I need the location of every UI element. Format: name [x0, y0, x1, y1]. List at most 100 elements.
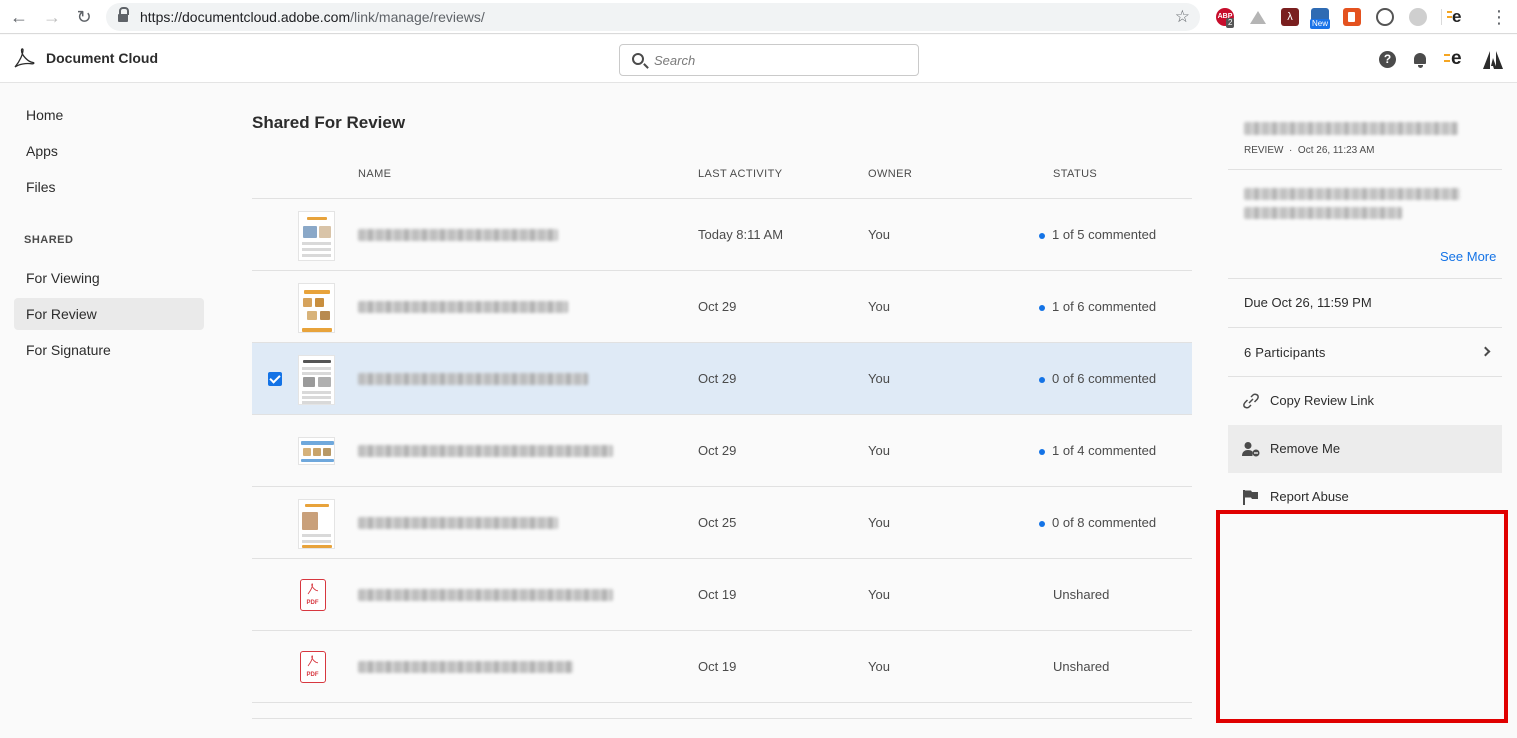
panel-divider: [1228, 278, 1502, 279]
file-name-redacted: [358, 229, 558, 241]
reload-icon[interactable]: ↻: [73, 6, 95, 28]
last-activity-cell: Today 8:11 AM: [698, 227, 784, 242]
sidebar-item-for-signature[interactable]: For Signature: [14, 334, 204, 366]
status-cell: 1 of 5 commented: [1052, 227, 1157, 242]
owner-cell: You: [868, 371, 890, 386]
toolbar-divider: [1441, 9, 1442, 25]
search-input[interactable]: [654, 51, 904, 69]
file-name-redacted: [358, 301, 568, 313]
last-activity-cell: Oct 29: [698, 299, 737, 314]
status-dot-icon: [1039, 377, 1045, 383]
new-badge: New: [1310, 19, 1331, 29]
report-abuse-label: Report Abuse: [1270, 489, 1349, 504]
file-name-redacted: [358, 517, 558, 529]
sidebar-item-apps[interactable]: Apps: [14, 135, 204, 167]
forward-arrow-icon[interactable]: →: [41, 6, 63, 28]
status-cell: 1 of 4 commented: [1052, 443, 1157, 458]
url-host: https://documentcloud.adobe.com: [140, 9, 351, 25]
link-icon: [1243, 393, 1259, 409]
url-text[interactable]: https://documentcloud.adobe.com/link/man…: [140, 9, 485, 25]
browser-menu-icon[interactable]: ⋮: [1490, 6, 1508, 28]
last-activity-cell: Oct 19: [698, 659, 737, 674]
column-header-name[interactable]: NAME: [358, 168, 391, 180]
review-message-redacted: [1244, 188, 1460, 200]
panel-divider: [1228, 169, 1502, 170]
address-bar[interactable]: https://documentcloud.adobe.com/link/man…: [106, 3, 1200, 31]
pdf-label: PDF: [306, 672, 319, 678]
lock-icon: [118, 7, 129, 23]
sidebar-item-files[interactable]: Files: [14, 171, 204, 203]
status-dot-icon: [1039, 521, 1045, 527]
sidebar-item-home[interactable]: Home: [14, 99, 204, 131]
remove-me-button[interactable]: Remove Me: [1228, 425, 1502, 473]
owner-cell: You: [868, 299, 890, 314]
pdf-file-icon: PDF: [300, 651, 326, 683]
row-checkbox[interactable]: [268, 372, 282, 386]
copy-review-link-button[interactable]: Copy Review Link: [1228, 377, 1502, 425]
e-extension-icon[interactable]: e: [1446, 7, 1461, 27]
sidebar-item-for-review[interactable]: For Review: [14, 298, 204, 330]
spiral-extension-icon[interactable]: [1376, 8, 1394, 26]
column-header-status[interactable]: STATUS: [1053, 168, 1097, 180]
e-extension-icon[interactable]: e: [1444, 48, 1462, 70]
search-box[interactable]: [619, 44, 919, 76]
copy-review-link-label: Copy Review Link: [1270, 393, 1375, 408]
participants-row[interactable]: 6 Participants: [1228, 328, 1502, 376]
table-row[interactable]: Today 8:11 AM You 1 of 5 commented: [252, 199, 1192, 271]
flag-icon: [1243, 490, 1258, 505]
search-icon: [632, 53, 644, 65]
acrobat-extension-icon[interactable]: λ: [1281, 8, 1299, 26]
office-extension-icon[interactable]: [1343, 8, 1361, 26]
help-icon[interactable]: ?: [1379, 51, 1396, 68]
remove-user-icon: [1242, 442, 1260, 457]
file-name-redacted: [358, 661, 573, 673]
status-cell: 0 of 8 commented: [1052, 515, 1157, 530]
pdf-file-icon: PDF: [300, 579, 326, 611]
table-row[interactable]: Oct 29 You 1 of 6 commented: [252, 271, 1192, 343]
column-header-last-activity[interactable]: LAST ACTIVITY: [698, 168, 782, 180]
sidebar-item-for-viewing[interactable]: For Viewing: [14, 262, 204, 294]
status-dot-icon: [1039, 305, 1045, 311]
status-cell: Unshared: [1053, 659, 1110, 674]
owner-cell: You: [868, 587, 890, 602]
table-row[interactable]: PDF Oct 19 You Unshared: [252, 631, 1192, 703]
participants-label: 6 Participants: [1244, 345, 1326, 360]
left-sidebar: Home Apps Files SHARED For Viewing For R…: [0, 84, 220, 738]
due-date: Due Oct 26, 11:59 PM: [1244, 295, 1372, 310]
document-thumbnail: [298, 499, 335, 549]
bookmark-star-icon[interactable]: ☆: [1175, 7, 1190, 27]
column-header-owner[interactable]: OWNER: [868, 168, 912, 180]
review-timestamp: Oct 26, 11:23 AM: [1297, 145, 1375, 156]
acrobat-logo-icon[interactable]: [12, 47, 36, 71]
see-more-link[interactable]: See More: [1440, 249, 1496, 264]
table-row[interactable]: Oct 29 You 1 of 4 commented: [252, 415, 1192, 487]
table-divider: [252, 718, 1192, 719]
sidebar-section-heading: SHARED: [24, 234, 74, 246]
status-cell: 0 of 6 commented: [1052, 371, 1157, 386]
file-name-redacted: [358, 445, 613, 457]
app-title[interactable]: Document Cloud: [46, 50, 158, 66]
remove-me-label: Remove Me: [1270, 441, 1341, 456]
red-highlight-annotation: [1216, 510, 1508, 723]
owner-cell: You: [868, 659, 890, 674]
status-cell: 1 of 6 commented: [1052, 299, 1157, 314]
owner-cell: You: [868, 227, 890, 242]
circle-extension-icon[interactable]: [1409, 8, 1427, 26]
table-row[interactable]: Oct 25 You 0 of 8 commented: [252, 487, 1192, 559]
file-name-redacted: [358, 589, 613, 601]
notification-bell-icon[interactable]: [1412, 51, 1428, 69]
review-title-redacted: [1244, 122, 1458, 135]
document-thumbnail: [298, 283, 335, 333]
last-activity-cell: Oct 29: [698, 443, 737, 458]
table-row-selected[interactable]: Oct 29 You 0 of 6 commented: [252, 343, 1192, 415]
drive-extension-icon[interactable]: [1249, 8, 1267, 26]
back-arrow-icon[interactable]: ←: [8, 6, 30, 28]
review-kind-label: REVIEW: [1244, 145, 1284, 156]
url-path: /link/manage/reviews/: [350, 9, 485, 25]
adobe-logo-icon[interactable]: [1482, 50, 1504, 70]
table-row[interactable]: PDF Oct 19 You Unshared: [252, 559, 1192, 631]
browser-toolbar: ← → ↻ https://documentcloud.adobe.com/li…: [0, 0, 1517, 34]
review-meta: REVIEW · Oct 26, 11:23 AM: [1244, 145, 1374, 156]
document-thumbnail: [298, 437, 335, 465]
app-header: Document Cloud ? e: [0, 35, 1517, 83]
